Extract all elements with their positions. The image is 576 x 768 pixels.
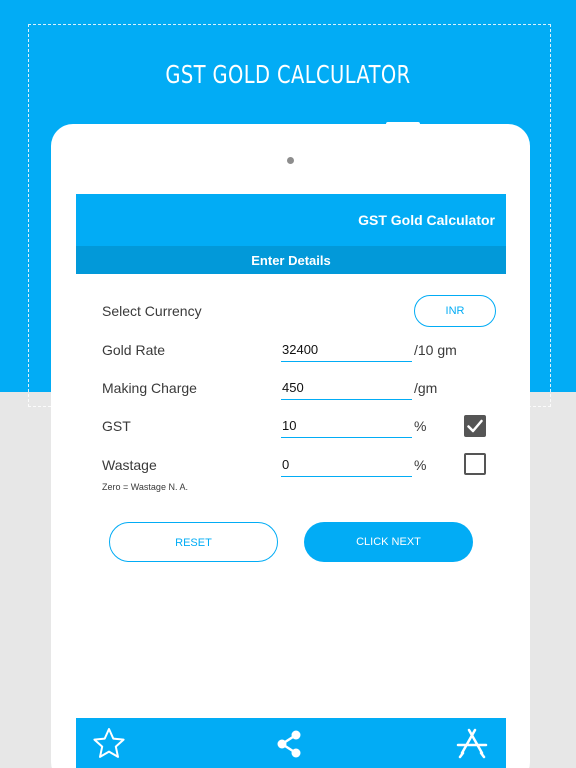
currency-button[interactable]: INR (414, 295, 496, 327)
gst-unit: % (414, 418, 427, 434)
tablet-button (386, 122, 420, 126)
wastage-hint: Zero = Wastage N. A. (102, 482, 188, 492)
making-charge-input[interactable] (281, 376, 412, 398)
checkmark-icon (467, 419, 483, 433)
section-title: Enter Details (251, 253, 331, 268)
gst-input[interactable] (281, 414, 412, 436)
camera-dot (287, 157, 294, 164)
making-charge-field (281, 376, 412, 400)
making-charge-unit: /gm (414, 380, 438, 396)
star-icon[interactable] (91, 726, 127, 762)
reset-button[interactable]: RESET (109, 522, 278, 562)
gst-checkbox[interactable] (464, 415, 486, 437)
wastage-checkbox[interactable] (464, 453, 486, 475)
app-bar: GST Gold Calculator (76, 194, 506, 246)
bottom-bar (76, 718, 506, 768)
section-header: Enter Details (76, 246, 506, 274)
click-next-button[interactable]: CLICK NEXT (304, 522, 473, 562)
gst-label: GST (102, 418, 131, 434)
gold-rate-input[interactable] (281, 338, 412, 360)
app-title: GST Gold Calculator (358, 212, 495, 228)
wastage-unit: % (414, 457, 427, 473)
app-screen: GST Gold Calculator Enter Details Select… (76, 194, 506, 768)
gold-rate-unit: /10 gm (414, 342, 457, 358)
share-icon[interactable] (272, 726, 308, 762)
app-store-icon[interactable] (454, 726, 490, 762)
wastage-label: Wastage (102, 457, 157, 473)
gold-rate-field (281, 338, 412, 362)
gst-field (281, 414, 412, 438)
promo-title: GST GOLD CALCULATOR (165, 60, 411, 89)
wastage-field (281, 453, 412, 477)
making-charge-label: Making Charge (102, 380, 197, 396)
wastage-input[interactable] (281, 453, 412, 475)
currency-label: Select Currency (102, 303, 202, 319)
gold-rate-label: Gold Rate (102, 342, 166, 358)
